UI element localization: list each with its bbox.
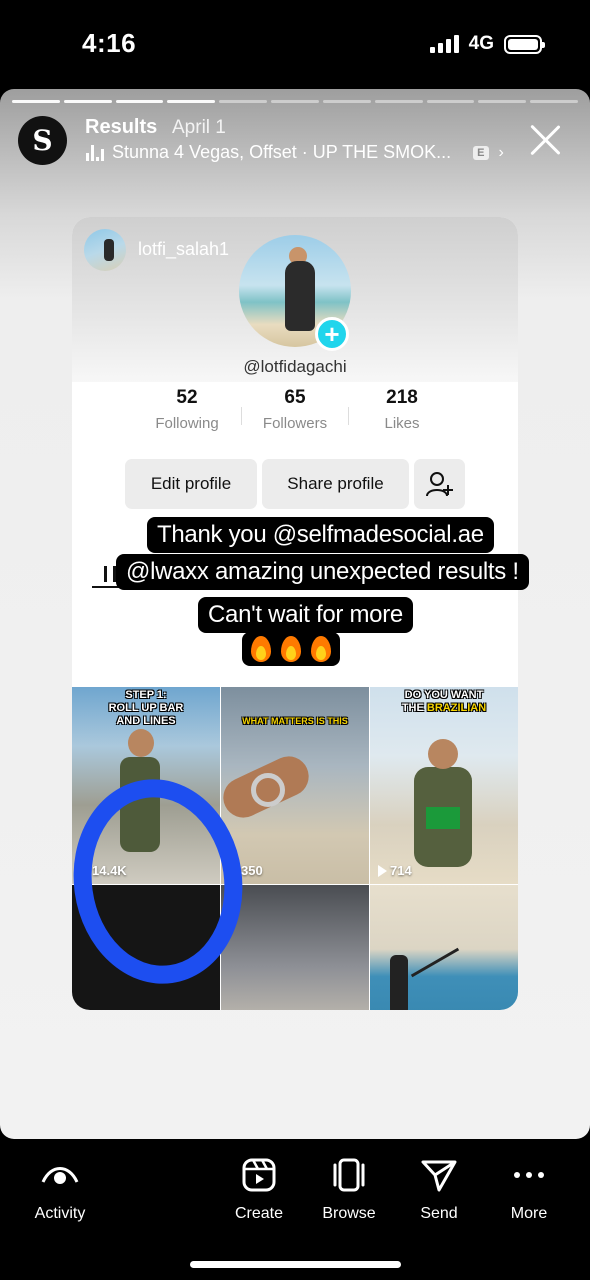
video-tile: 98: [370, 885, 518, 1010]
more-dots-icon: [484, 1153, 574, 1197]
screen: 4:16 4G S Results April 1 Stunna 4 Vegas…: [0, 0, 590, 1280]
close-button[interactable]: [528, 123, 562, 157]
create-label: Create: [234, 1205, 284, 1222]
add-plus-icon: +: [315, 317, 349, 351]
fire-icon: [278, 634, 304, 664]
video-caption: STEP 1: ROLL UP BAR AND LINES: [108, 689, 184, 727]
status-time: 4:16: [82, 28, 137, 58]
stat-value: 52: [176, 387, 198, 408]
status-indicators: 4G: [429, 33, 545, 55]
browse-icon: [304, 1153, 394, 1197]
activity-button[interactable]: Activity: [15, 1153, 105, 1223]
stat-label: Likes: [384, 415, 420, 432]
stat-value: 218: [386, 387, 418, 408]
send-button[interactable]: Send: [394, 1153, 484, 1223]
story-text-overlay[interactable]: @lwaxx amazing unexpected results !: [116, 554, 529, 590]
more-button[interactable]: More: [484, 1153, 574, 1223]
stat-value: 65: [284, 387, 306, 408]
browse-button[interactable]: Browse: [304, 1153, 394, 1223]
story-bottom-bar: Activity Create Browse Send More: [0, 1139, 590, 1280]
browse-label: Browse: [322, 1205, 376, 1222]
activity-label: Activity: [34, 1205, 86, 1222]
add-person-icon: [425, 472, 453, 497]
video-caption: WHAT MATTERS IS THIS: [242, 716, 348, 726]
fire-emoji-sticker[interactable]: [242, 632, 340, 666]
create-button[interactable]: Create: [214, 1153, 304, 1223]
story-date: April 1: [172, 117, 226, 138]
stat-label: Following: [155, 415, 219, 432]
send-paper-plane-icon: [394, 1153, 484, 1197]
fire-icon: [248, 634, 274, 664]
send-label: Send: [420, 1205, 458, 1222]
reels-icon: [214, 1153, 304, 1197]
video-caption: DO YOU WANT THE BRAZILIAN: [401, 689, 487, 714]
profile-stats: 52 Following 65 Followers 218 Likes: [72, 387, 518, 447]
video-tile: WHAT MATTERS IS THIS 350: [221, 687, 369, 884]
edit-profile-button: Edit profile: [125, 459, 257, 509]
home-indicator[interactable]: [190, 1261, 401, 1268]
activity-eye-icon: [15, 1153, 105, 1197]
video-views: 714: [378, 863, 412, 878]
chevron-right-icon: ›: [498, 143, 504, 161]
story-text-overlay[interactable]: Can't wait for more: [198, 597, 413, 633]
signal-icon: [429, 35, 459, 53]
stat-likes: 218 Likes: [347, 387, 457, 432]
story-music-sticker[interactable]: Stunna 4 Vegas, Offset · UP THE SMOK... …: [86, 142, 526, 163]
story-viewer[interactable]: S Results April 1 Stunna 4 Vegas, Offset…: [0, 89, 590, 1139]
small-avatar: [84, 229, 126, 271]
status-bar: 4:16 4G: [0, 0, 590, 88]
story-progress-bar: [12, 100, 578, 103]
battery-icon: [504, 34, 545, 54]
explicit-badge: E: [473, 145, 489, 160]
music-bars-icon: [86, 144, 104, 161]
videos-grid-icon: [104, 566, 116, 582]
music-track-text: Stunna 4 Vegas, Offset · UP THE SMOK...: [112, 142, 452, 162]
add-friend-button: [414, 459, 465, 509]
stat-followers: 65 Followers: [240, 387, 350, 432]
story-title[interactable]: Results: [85, 116, 157, 139]
story-account-avatar[interactable]: S: [18, 116, 67, 165]
stat-label: Followers: [262, 415, 328, 432]
share-profile-button: Share profile: [262, 459, 409, 509]
video-tile: 247: [221, 885, 369, 1010]
fire-icon: [308, 634, 334, 664]
video-tile: DO YOU WANT THE BRAZILIAN 714: [370, 687, 518, 884]
stat-following: 52 Following: [132, 387, 242, 432]
top-username: lotfi_salah1: [138, 239, 230, 259]
profile-handle: @lotfidagachi: [243, 357, 347, 376]
more-label: More: [510, 1205, 548, 1222]
story-text-overlay[interactable]: Thank you @selfmadesocial.ae: [147, 517, 494, 553]
network-type: 4G: [468, 33, 494, 54]
